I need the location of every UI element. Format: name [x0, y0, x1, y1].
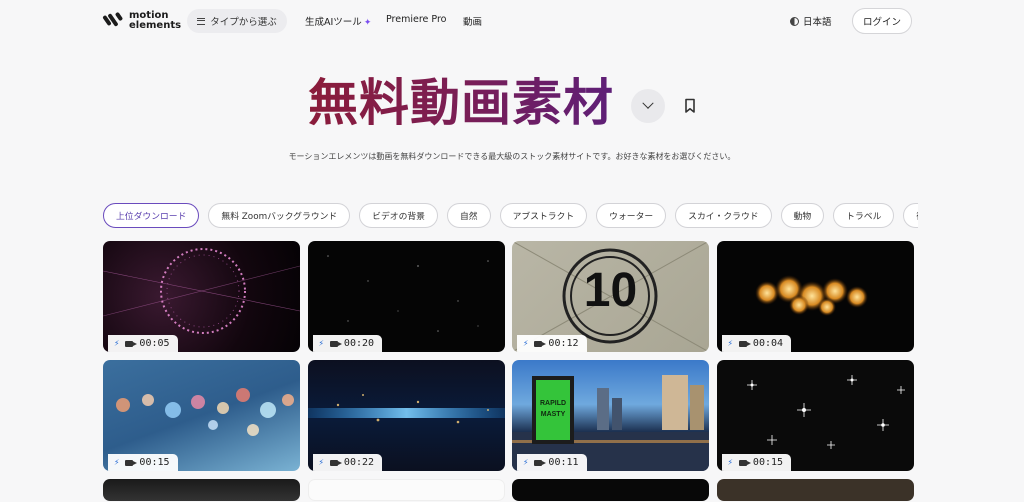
chip-abstract[interactable]: アブストラクト: [499, 203, 588, 228]
duration-badge: ⚡ 00:22: [312, 454, 383, 471]
title-dropdown-button[interactable]: [631, 89, 665, 123]
video-card[interactable]: [716, 479, 914, 501]
video-camera-icon: [125, 340, 138, 347]
chip-water[interactable]: ウォーター: [596, 203, 667, 228]
bookmark-button[interactable]: [683, 98, 697, 114]
video-card[interactable]: RAPILD MASTY ⚡ 00:11: [512, 360, 709, 471]
chip-zoom-background[interactable]: 無料 Zoomバックグラウンド: [208, 203, 351, 228]
logo-mark-icon: [102, 10, 125, 32]
video-card[interactable]: ⚡ 00:15: [103, 360, 300, 471]
chip-travel[interactable]: トラベル: [833, 203, 895, 228]
duration-label: 00:12: [548, 338, 579, 349]
top-header: motion elements タイプから選ぶ 生成AIツール ✦ Premier…: [0, 0, 1024, 42]
chip-video-background[interactable]: ビデオの背景: [359, 203, 438, 228]
video-card[interactable]: ⚡ 00:05: [103, 241, 300, 352]
billboard-line2: MASTY: [540, 411, 566, 418]
logo[interactable]: motion elements: [102, 10, 181, 32]
duration-badge: ⚡ 00:04: [721, 335, 792, 352]
nav-ai-tools-label: 生成AIツール: [305, 17, 362, 28]
duration-badge: ⚡ 00:11: [517, 454, 587, 471]
video-camera-icon: [534, 459, 547, 466]
billboard-text: RAPILD MASTY: [536, 398, 570, 420]
duration-badge: ⚡ 00:12: [517, 335, 587, 352]
bolt-icon: ⚡: [727, 457, 733, 468]
chip-sky-cloud[interactable]: スカイ・クラウド: [675, 203, 772, 228]
bolt-icon: ⚡: [318, 338, 324, 349]
video-card[interactable]: 10 ⚡ 00:12: [512, 241, 709, 352]
nav-premiere-pro[interactable]: Premiere Pro: [386, 14, 446, 25]
video-grid: ⚡ 00:05 ⚡ 00:20 10 ⚡ 00:12 ⚡ 00:04 ⚡ 00:…: [103, 241, 914, 501]
video-card[interactable]: [307, 479, 505, 501]
page-title: 無料動画素材: [308, 70, 614, 136]
chip-animals[interactable]: 動物: [780, 203, 825, 228]
nav-ai-tools[interactable]: 生成AIツール ✦: [305, 14, 371, 28]
chip-cityscape[interactable]: 街並: [903, 203, 918, 228]
duration-badge: ⚡ 00:15: [721, 454, 792, 471]
video-camera-icon: [534, 340, 547, 347]
logo-line2: elements: [129, 20, 182, 31]
bolt-icon: ⚡: [114, 338, 120, 349]
browse-by-type-button[interactable]: タイプから選ぶ: [187, 9, 287, 33]
video-camera-icon: [738, 340, 751, 347]
bookmark-icon: [685, 98, 695, 113]
duration-label: 00:11: [548, 457, 579, 468]
duration-badge: ⚡ 00:05: [108, 335, 178, 352]
countdown-number: 10: [583, 264, 638, 317]
chip-top-downloads[interactable]: 上位ダウンロード: [103, 203, 200, 228]
bolt-icon: ⚡: [114, 457, 120, 468]
nav-video[interactable]: 動画: [463, 14, 482, 28]
video-card[interactable]: ⚡ 00:15: [716, 360, 914, 471]
video-camera-icon: [329, 340, 342, 347]
duration-label: 00:15: [752, 457, 784, 468]
category-chips: 上位ダウンロード 無料 Zoomバックグラウンド ビデオの背景 自然 アブストラ…: [103, 203, 918, 229]
login-button[interactable]: ログイン: [852, 8, 912, 34]
bolt-icon: ⚡: [318, 457, 324, 468]
duration-label: 00:15: [139, 457, 170, 468]
duration-label: 00:05: [139, 338, 170, 349]
duration-label: 00:20: [343, 338, 375, 349]
sparkle-icon: ✦: [363, 18, 372, 28]
video-card[interactable]: [512, 479, 709, 501]
video-camera-icon: [738, 459, 751, 466]
video-card[interactable]: ⚡ 00:04: [716, 241, 914, 352]
globe-icon: [790, 16, 799, 26]
billboard-line1: RAPILD: [539, 400, 567, 407]
duration-badge: ⚡ 00:15: [108, 454, 178, 471]
bolt-icon: ⚡: [523, 338, 529, 349]
page-subtitle: モーションエレメンツは動画を無料ダウンロードできる最大級のストック素材サイトです…: [288, 152, 736, 161]
video-card[interactable]: ⚡ 00:22: [307, 360, 505, 471]
chip-nature[interactable]: 自然: [446, 203, 491, 228]
language-selector[interactable]: 日本語: [790, 14, 832, 28]
chevron-down-icon: [642, 97, 654, 109]
duration-badge: ⚡ 00:20: [312, 335, 383, 352]
browse-label: タイプから選ぶ: [210, 17, 277, 28]
bolt-icon: ⚡: [523, 457, 529, 468]
video-camera-icon: [125, 459, 138, 466]
menu-icon: [197, 17, 206, 25]
bolt-icon: ⚡: [727, 338, 733, 349]
duration-label: 00:04: [752, 338, 784, 349]
video-camera-icon: [329, 459, 342, 466]
video-card[interactable]: ⚡ 00:20: [307, 241, 505, 352]
duration-label: 00:22: [343, 457, 375, 468]
logo-text: motion elements: [129, 11, 181, 31]
video-card[interactable]: [103, 479, 300, 501]
language-label: 日本語: [803, 17, 832, 28]
